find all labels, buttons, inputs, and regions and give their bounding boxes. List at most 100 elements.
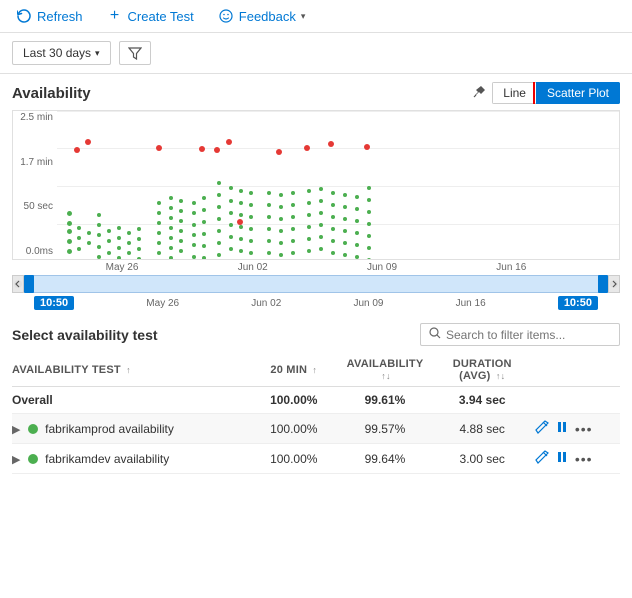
sort-icon[interactable]: ↑ [312, 365, 317, 375]
scatter-dot [169, 196, 173, 200]
scatter-dot [249, 227, 253, 231]
scatter-dot [367, 222, 371, 226]
scatter-dot [107, 251, 111, 255]
scatter-dot [291, 239, 295, 243]
pause-button[interactable] [555, 450, 569, 467]
scatter-dot [279, 253, 283, 257]
scatter-dot [127, 251, 131, 255]
scatter-dot [77, 226, 81, 230]
edit-button[interactable] [535, 420, 549, 437]
scatter-dot [355, 219, 359, 223]
timeline-nav-right[interactable] [608, 275, 620, 293]
availability-table: AVAILABILITY TEST ↑ 20 MIN ↑ AVAILABILIT… [12, 354, 620, 474]
table-row: ▶ fabrikamprod availability 100.00% 99.5… [12, 414, 620, 444]
x-axis-labels: May 26 Jun 02 Jun 09 Jun 16 [12, 260, 620, 273]
scatter-dot [192, 243, 196, 247]
scatter-dot [343, 241, 347, 245]
scatter-dot [279, 193, 283, 197]
scatter-dot [202, 196, 206, 200]
scatter-dot [202, 232, 206, 236]
scatter-dot [179, 199, 183, 203]
scatter-chart: 2.5 min 1.7 min 50 sec 0.0ms [12, 110, 620, 260]
more-button[interactable]: ••• [575, 451, 593, 467]
action-group: ••• [535, 420, 612, 437]
line-chart-button[interactable]: Line [492, 82, 536, 104]
scatter-dot [343, 229, 347, 233]
scatter-dot [87, 231, 91, 235]
create-test-button[interactable]: + Create Test [103, 6, 198, 26]
scatter-dot [169, 226, 173, 230]
sort-icon[interactable]: ↑ [126, 365, 131, 375]
scatter-plot-button[interactable]: Scatter Plot [536, 82, 620, 104]
timeline-right-handle[interactable] [598, 275, 608, 293]
scatter-dot [179, 209, 183, 213]
scatter-dot [239, 225, 243, 229]
scatter-dot [249, 191, 253, 195]
scatter-dot [157, 221, 161, 225]
row-20min: 100.00% [255, 414, 340, 444]
overall-actions [535, 387, 620, 414]
timeline-left-handle[interactable] [24, 275, 34, 293]
col-header-avail: AVAILABILITY ↑↓ [340, 354, 437, 387]
scatter-dot [279, 217, 283, 221]
status-dot [28, 424, 38, 434]
grid-line [57, 148, 619, 149]
sort-icon[interactable]: ↑↓ [496, 371, 505, 381]
row-dur: 3.00 sec [438, 444, 535, 474]
scatter-dot [117, 226, 121, 230]
lower-section: Select availability test AVAILABILITY TE… [0, 315, 632, 478]
plus-icon: + [107, 8, 123, 24]
scatter-dot [304, 145, 310, 151]
chart-plot [57, 111, 619, 259]
scatter-dot [343, 217, 347, 221]
scatter-dot [157, 201, 161, 205]
scatter-dot [169, 216, 173, 220]
row-dur: 4.88 sec [438, 414, 535, 444]
overall-name: Overall [12, 387, 255, 414]
scatter-dot [307, 189, 311, 193]
scatter-dot [192, 223, 196, 227]
scatter-dot [217, 253, 221, 257]
row-actions: ••• [535, 414, 620, 444]
scatter-dot [107, 229, 111, 233]
refresh-icon [16, 8, 32, 24]
scatter-dot [179, 219, 183, 223]
grid-line [57, 224, 619, 225]
scatter-dot [291, 215, 295, 219]
scatter-dot [77, 236, 81, 240]
scatter-dot [169, 246, 173, 250]
date-range-button[interactable]: Last 30 days ▾ [12, 41, 111, 65]
expand-icon[interactable]: ▶ [12, 454, 20, 466]
time-badge-end: 10:50 [558, 296, 598, 310]
scatter-dot [319, 247, 323, 251]
filter-button[interactable] [119, 41, 151, 65]
table-header-row: AVAILABILITY TEST ↑ 20 MIN ↑ AVAILABILIT… [12, 354, 620, 387]
pin-icon[interactable] [472, 85, 486, 102]
time-badge-start: 10:50 [34, 296, 74, 310]
scatter-dot [367, 258, 371, 260]
more-button[interactable]: ••• [575, 421, 593, 437]
scatter-dot [67, 211, 72, 216]
sort-icon[interactable]: ↑↓ [381, 371, 390, 381]
scatter-dot [307, 201, 311, 205]
feedback-button[interactable]: Feedback ▾ [214, 6, 310, 26]
search-box[interactable] [420, 323, 620, 346]
pause-button[interactable] [555, 420, 569, 437]
search-input[interactable] [446, 328, 611, 342]
timeline-nav-left[interactable] [12, 275, 24, 293]
scatter-dot [97, 233, 101, 237]
scatter-dot [137, 227, 141, 231]
scatter-dot [217, 241, 221, 245]
scatter-dot [169, 206, 173, 210]
scatter-dot [67, 239, 72, 244]
timeline-brush[interactable] [12, 275, 620, 293]
edit-button[interactable] [535, 450, 549, 467]
expand-icon[interactable]: ▶ [12, 424, 20, 436]
refresh-button[interactable]: Refresh [12, 6, 87, 26]
scatter-dot [319, 235, 323, 239]
filter-icon [128, 46, 142, 60]
status-dot [28, 454, 38, 464]
scatter-dot [192, 201, 196, 205]
scatter-dot [267, 239, 271, 243]
select-header: Select availability test [12, 323, 620, 346]
